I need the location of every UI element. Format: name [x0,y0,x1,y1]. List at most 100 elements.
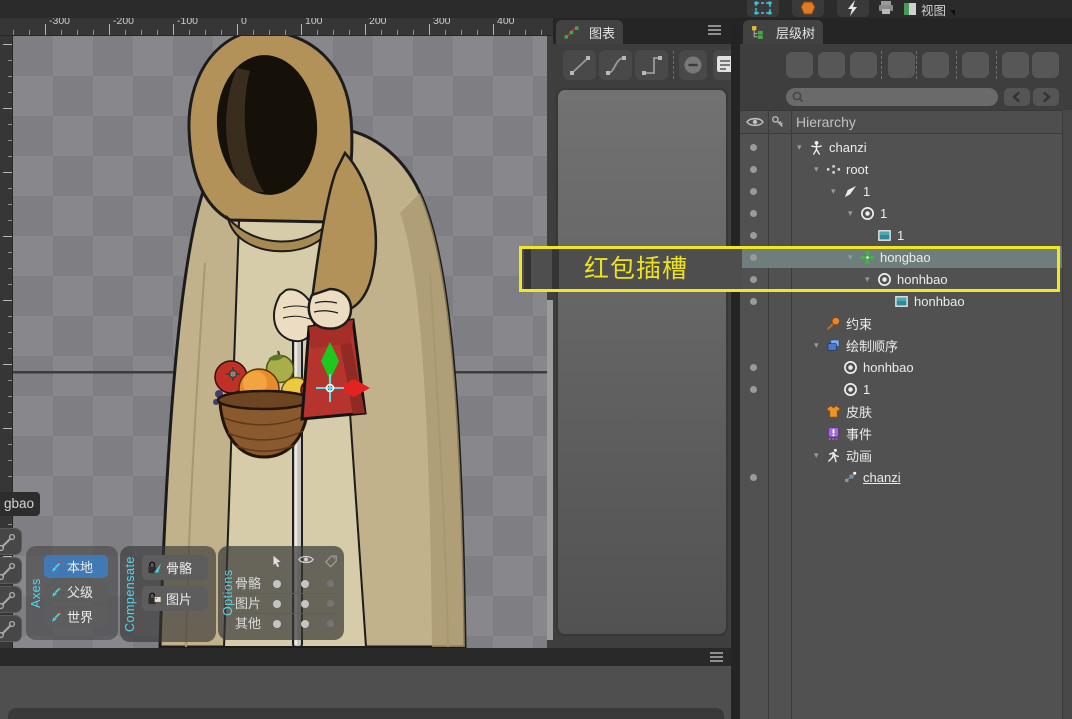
graph-menu-button[interactable] [708,25,721,35]
attach-button[interactable] [850,52,877,78]
panel-divider[interactable] [731,13,740,719]
graph-options-button[interactable] [713,50,731,80]
tree-row-label: 动画 [846,446,872,465]
mini-axes-icon [49,560,63,574]
options-toggle-其他-2[interactable] [327,620,334,627]
options-toggle-骨骼-0[interactable] [273,580,281,588]
bbox-tool-button[interactable] [747,0,779,17]
tree-row-root[interactable]: ▾root [740,158,1062,180]
tree-row-1[interactable]: 1 [740,378,1062,400]
filter-button[interactable] [888,52,915,78]
axes-本地-button[interactable]: 本地 [44,555,108,578]
pose-tool-side-button[interactable] [0,615,22,642]
key-column-icon[interactable] [771,115,785,129]
pose-tool-side-button[interactable] [0,528,22,555]
tree-row-chanzi[interactable]: ▾chanzi [740,136,1062,158]
expander-icon[interactable]: ▾ [814,450,826,461]
options-toggle-其他-1[interactable] [301,620,309,628]
options-toggle-图片-1[interactable] [301,600,309,608]
visibility-dot[interactable] [750,166,757,173]
new-bone-button[interactable] [786,52,813,78]
options-toggle-图片-2[interactable] [327,600,334,607]
visibility-dot[interactable] [750,144,757,151]
graph-editor-area[interactable] [556,88,728,636]
tab-graph[interactable]: 图表 [556,20,623,44]
pose-tool-button[interactable] [837,0,869,17]
find-button[interactable] [962,52,989,78]
tree-row-label: honhbao [914,294,965,309]
tree-row-1[interactable]: 1 [740,224,1062,246]
visibility-dot[interactable] [750,210,757,217]
pose-tool-side-button[interactable] [0,586,22,613]
weights-tool-button[interactable] [792,0,824,17]
hierarchy-header-label: Hierarchy [796,114,856,130]
compensate-图片-button[interactable]: 图片 [142,586,208,611]
timeline-menu-button[interactable] [710,652,723,662]
tree-row-label: 1 [863,382,870,397]
axes-世界-button[interactable]: 世界 [44,605,108,628]
bezier-curve-button[interactable] [599,50,632,80]
compensate-骨骼-button[interactable]: 骨骼 [142,555,208,580]
nav-forward-button[interactable] [1033,88,1059,106]
expander-icon[interactable]: ▾ [814,164,826,175]
tree-row-label: 皮肤 [846,402,872,421]
new-slot-button[interactable] [818,52,845,78]
collapse-all-button[interactable] [1002,52,1029,78]
nav-back-button[interactable] [1004,88,1030,106]
pose-tool-side-button[interactable] [0,557,22,584]
stepped-curve-icon [639,52,665,78]
visibility-dot[interactable] [750,298,757,305]
visibility-column-icon[interactable] [746,116,764,128]
graph-options-icon [714,53,731,77]
expander-icon[interactable]: ▾ [797,142,809,153]
tree-row-绘制顺序[interactable]: ▾绘制顺序 [740,334,1062,356]
tree-row-honhbao[interactable]: honhbao [740,356,1062,378]
graph-tab-icon [564,25,579,40]
hierarchy-right-gutter[interactable] [1062,110,1072,719]
skin-icon [826,404,841,419]
visibility-dot[interactable] [750,364,757,371]
tree-row-label: chanzi [863,470,901,485]
timeline-collapsed-strip[interactable] [8,708,724,719]
tree-row-1[interactable]: ▾1 [740,180,1062,202]
tree-row-皮肤[interactable]: 皮肤 [740,400,1062,422]
tree-row-chanzi[interactable]: chanzi [740,466,1062,488]
bone-icon [0,560,18,582]
tree-row-事件[interactable]: 事件 [740,422,1062,444]
compensate-group-label: Compensate [122,546,138,642]
arrow-left-icon [1011,92,1023,102]
tree-row-约束[interactable]: 约束 [740,312,1062,334]
expand-all-button[interactable] [1032,52,1059,78]
visibility-dot[interactable] [750,386,757,393]
tree-row-honhbao[interactable]: honhbao [740,290,1062,312]
view-menu[interactable]: 视图 [903,0,955,18]
center-view-button[interactable] [922,52,949,78]
options-toggle-骨骼-2[interactable] [327,580,334,587]
callout-background: 红包插槽 [522,249,742,289]
label-tag-icon [324,554,338,570]
expander-icon[interactable]: ▾ [848,208,860,219]
expander-icon[interactable]: ▾ [831,186,843,197]
visibility-dot[interactable] [750,474,757,481]
tree-row-1[interactable]: ▾1 [740,202,1062,224]
options-toggle-图片-0[interactable] [273,600,281,608]
bone-icon [0,531,18,553]
options-toggle-骨骼-1[interactable] [301,580,309,588]
stepped-curve-button[interactable] [635,50,668,80]
draworder-icon [826,338,841,353]
timeline-header-bar [0,648,731,666]
options-group: Options 骨骼图片其他 [218,546,344,640]
ghosting-icon[interactable] [876,0,896,17]
linear-curve-button[interactable] [563,50,596,80]
expander-icon[interactable]: ▾ [814,340,826,351]
tab-hierarchy[interactable]: 层级树 [743,20,823,44]
visibility-dot[interactable] [750,232,757,239]
visibility-dot[interactable] [750,188,757,195]
remove-key-button[interactable] [679,50,707,80]
search-input[interactable] [786,88,998,106]
tree-row-动画[interactable]: ▾ 动画 [740,444,1062,466]
options-toggle-其他-0[interactable] [273,620,281,628]
spine-editor-window: -300-200-1000100200300400 gbao Axes 本地父级… [0,0,1072,719]
options-row-label: 图片 [235,594,261,614]
axes-父级-button[interactable]: 父级 [44,580,108,603]
